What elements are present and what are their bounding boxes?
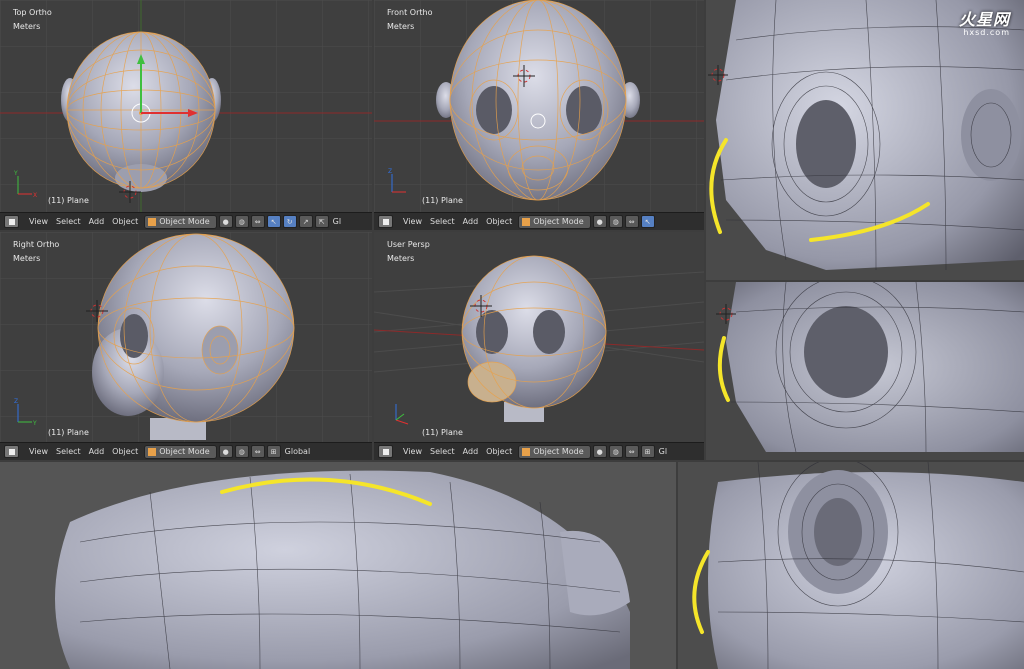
editor-type-button[interactable] bbox=[4, 445, 19, 458]
closeup-render bbox=[708, 0, 1024, 271]
orientation-selector[interactable]: Gl bbox=[655, 445, 671, 459]
viewport-units: Meters bbox=[387, 22, 415, 31]
menu-add[interactable]: Add bbox=[459, 215, 483, 229]
svg-text:Y: Y bbox=[32, 420, 37, 427]
mode-selector[interactable]: Object Mode bbox=[144, 444, 217, 459]
closeup-render bbox=[55, 470, 630, 669]
menu-view[interactable]: View bbox=[399, 215, 426, 229]
menu-select[interactable]: Select bbox=[426, 445, 459, 459]
menu-view[interactable]: View bbox=[25, 215, 52, 229]
viewport-right-ortho[interactable]: Z Y Right Ortho Meters (11) Plane View S… bbox=[0, 232, 372, 460]
object-mode-icon bbox=[148, 217, 157, 226]
closeup-eye-side-view bbox=[706, 282, 1024, 460]
menu-object[interactable]: Object bbox=[108, 215, 142, 229]
viewport-header: View Select Add Object Object Mode ● ◍ ⇔… bbox=[0, 212, 372, 230]
screenshot-collage: Y X Top Ortho Meters (11) Plane View Sel… bbox=[0, 0, 1024, 669]
shading-button[interactable]: ● bbox=[218, 445, 233, 458]
viewport-units: Meters bbox=[13, 254, 41, 263]
translate-button[interactable]: ↖ bbox=[266, 215, 281, 228]
pivot-button[interactable]: ◍ bbox=[608, 445, 623, 458]
viewport-units: Meters bbox=[13, 22, 41, 31]
menu-add[interactable]: Add bbox=[85, 445, 109, 459]
viewport-grid: Z Y bbox=[0, 232, 372, 460]
viewport-top-ortho[interactable]: Y X Top Ortho Meters (11) Plane View Sel… bbox=[0, 0, 372, 230]
orientation-selector[interactable]: Global bbox=[281, 445, 315, 459]
object-mode-icon bbox=[148, 447, 157, 456]
viewport-title: User Persp bbox=[387, 240, 430, 249]
closeup-render bbox=[692, 462, 1024, 669]
menu-view[interactable]: View bbox=[25, 445, 52, 459]
menu-object[interactable]: Object bbox=[108, 445, 142, 459]
orientation-icon: ⊞ bbox=[640, 445, 655, 458]
shading-button[interactable]: ● bbox=[218, 215, 233, 228]
pivot-button[interactable]: ◍ bbox=[608, 215, 623, 228]
highlight-stroke bbox=[717, 336, 730, 402]
viewport-units: Meters bbox=[387, 254, 415, 263]
manipulator-button[interactable]: ⇔ bbox=[250, 215, 265, 228]
snap-button[interactable]: ⇱ bbox=[314, 215, 329, 228]
mode-selector[interactable]: Object Mode bbox=[144, 214, 217, 229]
scale-button[interactable]: ↗ bbox=[298, 215, 313, 228]
viewport-header: View Select Add Object Object Mode ● ◍ ⇔… bbox=[374, 442, 704, 460]
viewport-header: View Select Add Object Object Mode ● ◍ ⇔… bbox=[374, 212, 704, 230]
closeup-render bbox=[716, 282, 1024, 453]
menu-add[interactable]: Add bbox=[459, 445, 483, 459]
active-object-label: (11) Plane bbox=[48, 196, 89, 205]
shading-button[interactable]: ● bbox=[592, 445, 607, 458]
menu-select[interactable]: Select bbox=[52, 215, 85, 229]
pivot-button[interactable]: ◍ bbox=[234, 445, 249, 458]
manipulator-button[interactable]: ⇔ bbox=[624, 445, 639, 458]
viewport-user-persp[interactable]: User Persp Meters (11) Plane View Select… bbox=[374, 232, 704, 460]
svg-text:Z: Z bbox=[388, 168, 392, 175]
pivot-button[interactable]: ◍ bbox=[234, 215, 249, 228]
menu-object[interactable]: Object bbox=[482, 215, 516, 229]
viewport-front-ortho[interactable]: Z Front Ortho Meters (11) Plane View Sel… bbox=[374, 0, 704, 230]
closeup-eye-view: 火星网 hxsd.com bbox=[706, 0, 1024, 280]
active-object-label: (11) Plane bbox=[422, 428, 463, 437]
menu-select[interactable]: Select bbox=[426, 215, 459, 229]
svg-text:X: X bbox=[33, 192, 37, 199]
mode-selector[interactable]: Object Mode bbox=[518, 214, 591, 229]
active-object-label: (11) Plane bbox=[48, 428, 89, 437]
viewport-header: View Select Add Object Object Mode ● ◍ ⇔… bbox=[0, 442, 372, 460]
mode-selector[interactable]: Object Mode bbox=[518, 444, 591, 459]
head-mesh bbox=[461, 255, 607, 422]
object-mode-icon bbox=[522, 447, 531, 456]
axis-gizmo-icon bbox=[395, 404, 409, 425]
watermark-logo: 火星网 hxsd.com bbox=[958, 10, 1010, 37]
svg-text:Y: Y bbox=[13, 170, 18, 177]
active-object-label: (11) Plane bbox=[422, 196, 463, 205]
menu-object[interactable]: Object bbox=[482, 445, 516, 459]
manipulator-button[interactable]: ⇔ bbox=[624, 215, 639, 228]
manipulator-button[interactable]: ⇔ bbox=[250, 445, 265, 458]
menu-view[interactable]: View bbox=[399, 445, 426, 459]
viewport-title: Right Ortho bbox=[13, 240, 60, 249]
shading-button[interactable]: ● bbox=[592, 215, 607, 228]
svg-text:Z: Z bbox=[14, 398, 18, 405]
closeup-head-top-view bbox=[0, 462, 676, 669]
closeup-ear-view bbox=[678, 462, 1024, 669]
rotate-button[interactable]: ↻ bbox=[282, 215, 297, 228]
editor-type-button[interactable] bbox=[378, 215, 393, 228]
translate-button[interactable]: ↖ bbox=[640, 215, 655, 228]
orientation-selector[interactable]: Gl bbox=[329, 215, 345, 229]
object-mode-icon bbox=[522, 217, 531, 226]
menu-select[interactable]: Select bbox=[52, 445, 85, 459]
viewport-title: Front Ortho bbox=[387, 8, 433, 17]
viewport-title: Top Ortho bbox=[13, 8, 52, 17]
editor-type-button[interactable] bbox=[378, 445, 393, 458]
viewport-grid bbox=[374, 255, 704, 425]
highlight-stroke bbox=[692, 550, 710, 634]
editor-type-button[interactable] bbox=[4, 215, 19, 228]
orientation-icon: ⊞ bbox=[266, 445, 281, 458]
menu-add[interactable]: Add bbox=[85, 215, 109, 229]
